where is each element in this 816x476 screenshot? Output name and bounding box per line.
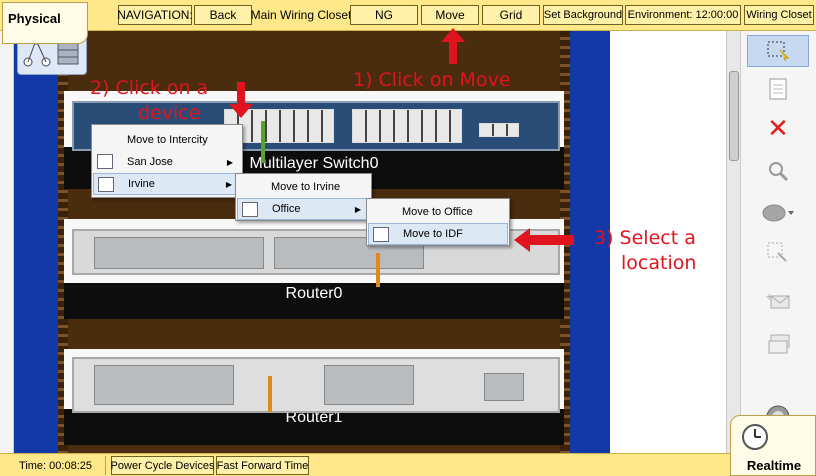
step2-annotation-line2: device: [138, 102, 201, 124]
menu-item-move-to-intercity[interactable]: Move to Intercity: [93, 129, 241, 151]
menu-item-move-to-office[interactable]: Move to Office: [368, 201, 508, 223]
menu-item-label: Move to Intercity: [127, 134, 208, 146]
rack-slot: Router0: [64, 283, 564, 319]
resize-shape-icon: [767, 242, 787, 262]
router0-label: Router0: [285, 285, 343, 302]
physical-mode-tab[interactable]: Physical: [2, 2, 88, 44]
add-pdu-icon[interactable]: +: [747, 285, 809, 317]
red-arrow-left-icon: [514, 228, 574, 252]
submenu-arrow-icon: ▶: [226, 157, 233, 167]
switch-port-bank: [352, 109, 462, 143]
left-panel: [0, 31, 14, 453]
note-icon: [769, 78, 787, 100]
router-module: [94, 237, 264, 269]
building-icon: [97, 154, 113, 169]
switch-uplink-ports: [479, 123, 519, 137]
office-icon: [242, 202, 258, 217]
draw-ellipse-icon: [762, 204, 794, 222]
context-menu-level1: Move to Intercity San Jose ▶ Irvine ▶: [91, 124, 243, 198]
menu-item-label: Move to IDF: [403, 228, 463, 240]
add-complex-pdu-icon: [768, 334, 790, 354]
menu-item-label: Move to Office: [402, 206, 473, 218]
bottom-status-bar: Time: 00:08:25 Power Cycle Devices Fast …: [0, 453, 816, 476]
context-menu-level3: Move to Office Move to IDF: [366, 198, 510, 246]
draw-ellipse-icon[interactable]: [747, 197, 809, 229]
delete-icon[interactable]: ✕: [747, 113, 809, 145]
select-icon: [767, 41, 790, 62]
menu-item-label: Move to Irvine: [271, 181, 341, 193]
physical-mode-label: Physical: [8, 11, 61, 26]
top-toolbar: NAVIGATION: Back Main Wiring Closet NG M…: [0, 0, 816, 31]
menu-item-label: Office: [272, 203, 301, 215]
resize-shape-icon[interactable]: [747, 237, 809, 269]
step3-annotation-line2: location: [621, 252, 697, 274]
location-breadcrumb: Main Wiring Closet: [250, 8, 352, 22]
menu-item-label: San Jose: [127, 156, 173, 168]
common-tools-bar: ✕ +: [740, 31, 816, 453]
set-background-button[interactable]: Set Background: [543, 5, 623, 25]
power-module: [484, 373, 524, 401]
navigation-label: NAVIGATION:: [117, 5, 193, 25]
scrollbar-thumb[interactable]: [729, 71, 739, 161]
time-display: Time: 00:08:25: [6, 456, 106, 475]
router-module: [94, 365, 234, 405]
step1-annotation: 1) Click on Move: [353, 69, 511, 91]
realtime-mode-tab[interactable]: Realtime: [730, 415, 816, 476]
svg-text:+: +: [765, 292, 773, 303]
ng-button[interactable]: NG: [350, 5, 418, 25]
router-module: [324, 365, 414, 405]
orange-cable[interactable]: [376, 253, 380, 287]
inspect-icon[interactable]: [747, 155, 809, 187]
closet-icon: [373, 227, 389, 242]
menu-item-irvine[interactable]: Irvine ▶: [93, 173, 241, 195]
add-complex-pdu-icon[interactable]: [747, 327, 809, 359]
clock-icon: [742, 424, 768, 450]
building-icon: [98, 177, 114, 192]
menu-item-move-to-idf[interactable]: Move to IDF: [368, 223, 508, 245]
power-cycle-devices-button[interactable]: Power Cycle Devices: [111, 456, 214, 475]
menu-item-label: Irvine: [128, 178, 155, 190]
wiring-closet-button[interactable]: Wiring Closet: [744, 5, 814, 25]
select-icon[interactable]: [747, 35, 809, 67]
vertical-scrollbar[interactable]: [726, 31, 740, 453]
router1-device[interactable]: [72, 357, 560, 413]
submenu-arrow-icon: ▶: [225, 179, 232, 189]
orange-cable[interactable]: [268, 376, 272, 412]
fast-forward-time-button[interactable]: Fast Forward Time: [216, 456, 309, 475]
context-menu-level2: Move to Irvine Office ▶: [235, 173, 372, 221]
move-button[interactable]: Move: [421, 5, 479, 25]
grid-button[interactable]: Grid: [482, 5, 540, 25]
realtime-label: Realtime: [746, 458, 802, 473]
step3-annotation-line1: 3) Select a: [594, 227, 696, 249]
back-button[interactable]: Back: [194, 5, 252, 25]
menu-item-san-jose[interactable]: San Jose ▶: [93, 151, 241, 173]
green-cable[interactable]: [261, 121, 265, 163]
add-pdu-icon: +: [765, 292, 790, 309]
menu-item-move-to-irvine[interactable]: Move to Irvine: [237, 176, 370, 198]
step2-annotation-line1: 2) Click on a: [90, 77, 209, 99]
menu-item-office[interactable]: Office ▶: [237, 198, 370, 220]
note-icon[interactable]: [747, 73, 809, 105]
rack-slot: Router1: [64, 409, 564, 445]
submenu-arrow-icon: ▶: [354, 204, 361, 214]
environment-button[interactable]: Environment: 12:00:00: [625, 5, 741, 25]
inspect-icon: [769, 162, 789, 182]
red-arrow-down-icon: [229, 82, 253, 118]
red-arrow-up-icon: [441, 28, 465, 64]
